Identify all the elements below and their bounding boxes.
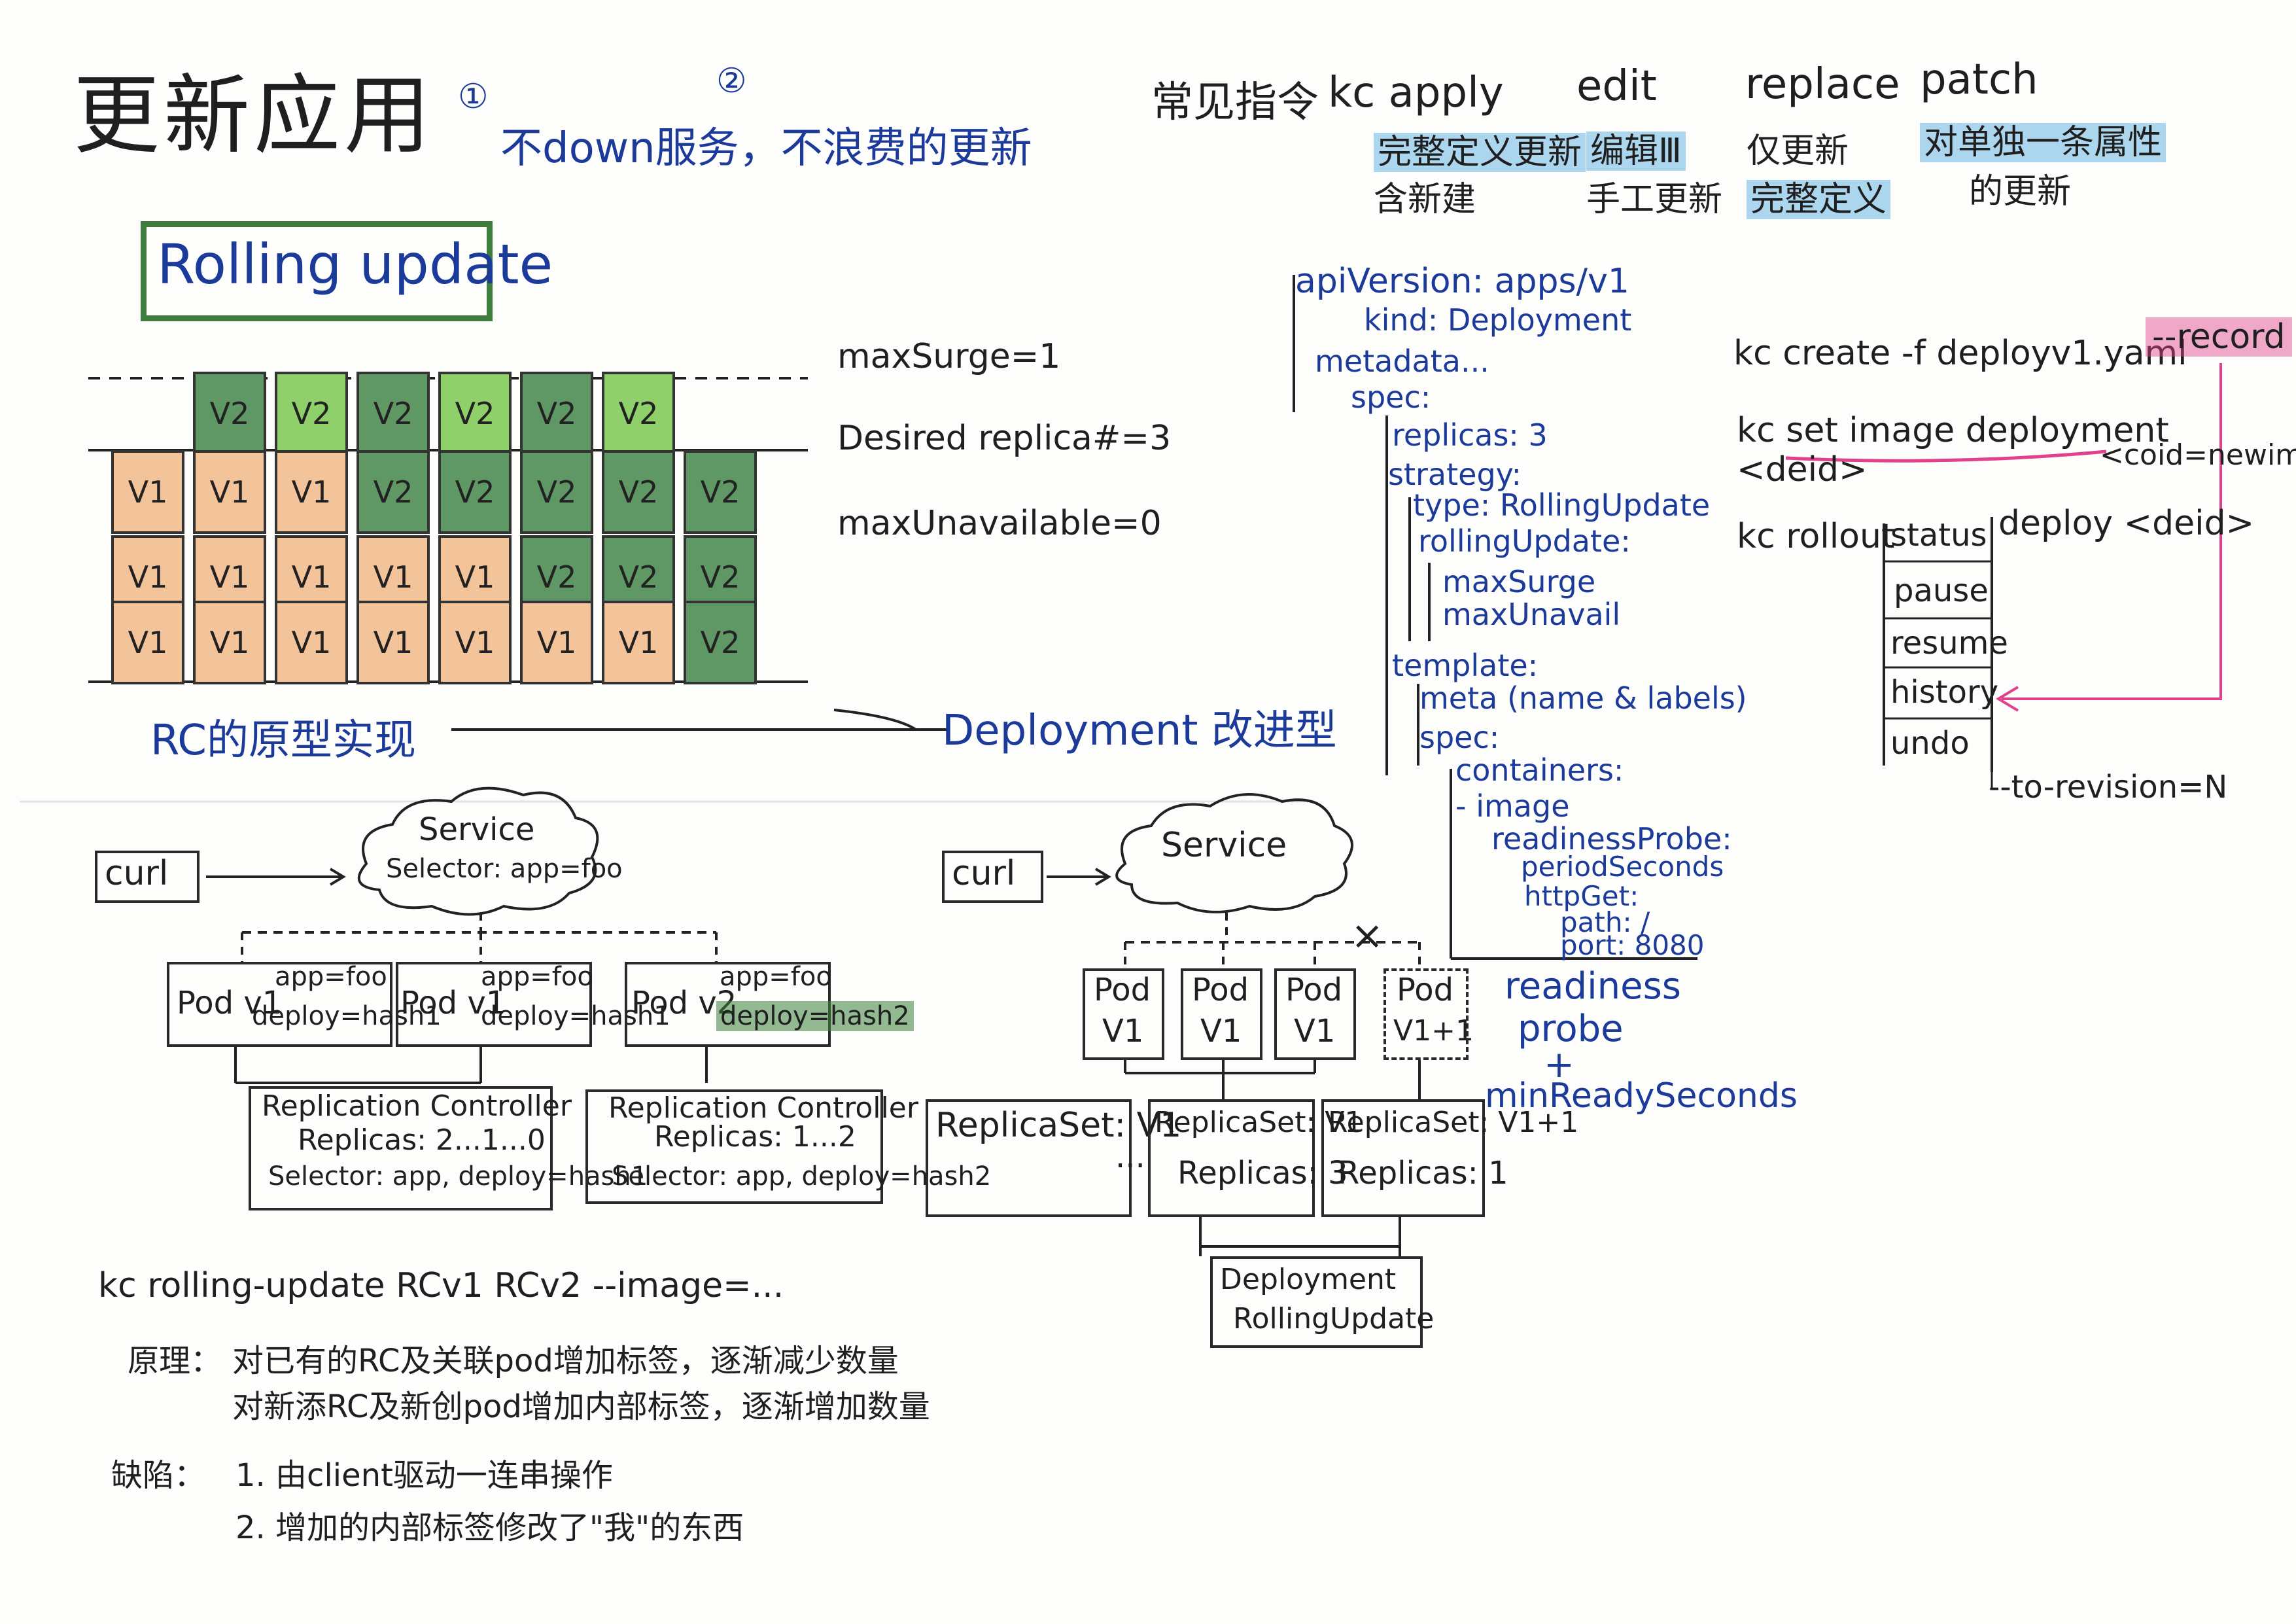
cli-to-revision: --to-revision=N bbox=[1989, 769, 2228, 805]
grid-cell-5-1: V2 bbox=[602, 450, 675, 534]
grid-cell-4-0: V2 bbox=[520, 372, 593, 455]
notes-command: kc rolling-update RCv1 RCv2 --image=... bbox=[98, 1266, 784, 1305]
grid-cell-5-0: V2 bbox=[602, 372, 675, 455]
yaml-template-meta: meta (name & labels) bbox=[1419, 680, 1747, 716]
rc-prototype-label: RC的原型实现 bbox=[150, 716, 416, 765]
notes-principle-label: 原理： bbox=[128, 1343, 222, 1379]
cli-create: kc create -f deployv1.yaml bbox=[1733, 334, 2187, 373]
deployment-improved-label: Deployment 改进型 bbox=[942, 707, 1337, 755]
grid-cell-2-1: V2 bbox=[357, 450, 430, 534]
yaml-max-surge: maxSurge bbox=[1442, 564, 1596, 599]
rc-service-line1: Service bbox=[419, 811, 535, 848]
cli-rollout-undo: undo bbox=[1890, 725, 1970, 762]
grid-cell-0-3: V1 bbox=[193, 601, 266, 684]
yaml-strategy-type: type: RollingUpdate bbox=[1413, 487, 1711, 523]
yaml-template-spec: spec: bbox=[1419, 720, 1500, 755]
grid-cell-1-1: V1 bbox=[275, 450, 348, 534]
grid-cell-lead-2: V1 bbox=[111, 601, 184, 684]
yaml-replicas: replicas: 3 bbox=[1392, 417, 1548, 453]
deploy-pod-3-top: Pod bbox=[1285, 972, 1343, 1008]
deploy-replicaset-3-title: ReplicaSet: V1+1 bbox=[1328, 1106, 1579, 1139]
grid-cell-3-0: V2 bbox=[438, 372, 512, 455]
yaml-api-version: apiVersion: apps/v1 bbox=[1295, 262, 1629, 301]
grid-cell-3-3: V1 bbox=[438, 601, 512, 684]
deploy-x-mark: × bbox=[1351, 913, 1384, 959]
rc-pod-3-label1: app=foo bbox=[720, 962, 832, 992]
grid-cell-0-1: V1 bbox=[193, 450, 266, 534]
yaml-containers: containers: bbox=[1455, 752, 1624, 788]
cli-set-image-arg: <coid=newimag bbox=[2100, 438, 2296, 472]
cli-rollout-prefix: kc rollout bbox=[1737, 517, 1895, 556]
cli-rollout-suffix: deploy <deid> bbox=[1998, 504, 2255, 543]
yaml-metadata: metadata... bbox=[1315, 344, 1489, 379]
yaml-period-seconds: periodSeconds bbox=[1521, 851, 1724, 883]
rc-controller-1-replicas: Replicas: 2...1...0 bbox=[298, 1123, 546, 1157]
yaml-spec: spec: bbox=[1351, 380, 1431, 415]
yaml-strategy: strategy: bbox=[1388, 457, 1522, 492]
cli-rollout-pause: pause bbox=[1894, 573, 1989, 609]
yaml-kind: kind: Deployment bbox=[1364, 302, 1632, 338]
deploy-deployment-line2: RollingUpdate bbox=[1233, 1302, 1435, 1335]
grid-cell-4-3: V1 bbox=[520, 601, 593, 684]
notes-defect-1: 1. 由client驱动一连串操作 bbox=[235, 1457, 613, 1494]
label-desired-replicas: Desired replica#=3 bbox=[837, 419, 1172, 458]
grid-cell-2-0: V2 bbox=[357, 372, 430, 455]
rc-controller-1-title: Replication Controller bbox=[262, 1089, 572, 1123]
rc-service-line2: Selector: app=foo bbox=[386, 854, 623, 884]
grid-cell-6-3: V2 bbox=[684, 601, 757, 684]
deploy-pod-4-bottom: V1+1 bbox=[1393, 1014, 1474, 1048]
cli-rollout-resume: resume bbox=[1890, 625, 2008, 662]
deploy-pod-2-bottom: V1 bbox=[1200, 1013, 1242, 1050]
grid-cell-6-1: V2 bbox=[684, 450, 757, 534]
cli-record-text: --record bbox=[2146, 317, 2292, 357]
label-max-unavailable: maxUnavailable=0 bbox=[837, 504, 1162, 543]
rc-curl-label: curl bbox=[105, 854, 169, 893]
yaml-max-unavailable: maxUnavail bbox=[1442, 597, 1621, 632]
deploy-deployment-line1: Deployment bbox=[1220, 1263, 1397, 1296]
grid-cell-2-3: V1 bbox=[357, 601, 430, 684]
yaml-template: template: bbox=[1392, 648, 1539, 683]
rc-pod-3-label2-text: deploy=hash2 bbox=[716, 1001, 914, 1031]
deploy-replicaset-3-replicas: Replicas: 1 bbox=[1338, 1155, 1508, 1192]
rc-controller-2-replicas: Replicas: 1...2 bbox=[654, 1120, 856, 1154]
deploy-ellipsis: ... bbox=[1115, 1139, 1145, 1175]
notes-defect-label: 缺陷： bbox=[111, 1457, 206, 1494]
rc-pod-1-label1: app=foo bbox=[275, 962, 387, 992]
grid-cell-1-3: V1 bbox=[275, 601, 348, 684]
cli-rollout-history: history bbox=[1890, 674, 1999, 711]
yaml-image: - image bbox=[1455, 788, 1570, 824]
deploy-service: Service bbox=[1161, 826, 1287, 865]
deploy-curl-label: curl bbox=[952, 854, 1016, 893]
notes-defect-2: 2. 增加的内部标签修改了"我"的东西 bbox=[235, 1509, 744, 1546]
deploy-pod-3-bottom: V1 bbox=[1294, 1013, 1336, 1050]
cli-record: --record bbox=[2146, 317, 2292, 357]
grid-cell-4-1: V2 bbox=[520, 450, 593, 534]
grid-cell-lead-0: V1 bbox=[111, 450, 184, 534]
rc-pod-3-label2: deploy=hash2 bbox=[716, 1001, 914, 1031]
deploy-pod-4-top: Pod bbox=[1397, 972, 1454, 1008]
grid-cell-0-0: V2 bbox=[193, 372, 266, 455]
rc-pod-2-label1: app=foo bbox=[481, 962, 593, 992]
label-max-surge: maxSurge=1 bbox=[837, 337, 1061, 376]
grid-cell-1-0: V2 bbox=[275, 372, 348, 455]
notes-principle-1: 对已有的RC及关联pod增加标签，逐渐减少数量 bbox=[232, 1343, 899, 1379]
deploy-pod-1-bottom: V1 bbox=[1102, 1013, 1144, 1050]
readiness-note-1: readiness bbox=[1505, 965, 1681, 1008]
cli-rollout-status: status bbox=[1890, 517, 1987, 554]
grid-cell-5-3: V1 bbox=[602, 601, 675, 684]
grid-cell-3-1: V2 bbox=[438, 450, 512, 534]
yaml-port: port: 8080 bbox=[1560, 929, 1705, 961]
deploy-pod-2-top: Pod bbox=[1192, 972, 1249, 1008]
deploy-pod-1-top: Pod bbox=[1094, 972, 1151, 1008]
notes-principle-2: 对新添RC及新创pod增加内部标签，逐渐增加数量 bbox=[232, 1388, 930, 1425]
yaml-rolling-update: rollingUpdate: bbox=[1418, 523, 1631, 559]
